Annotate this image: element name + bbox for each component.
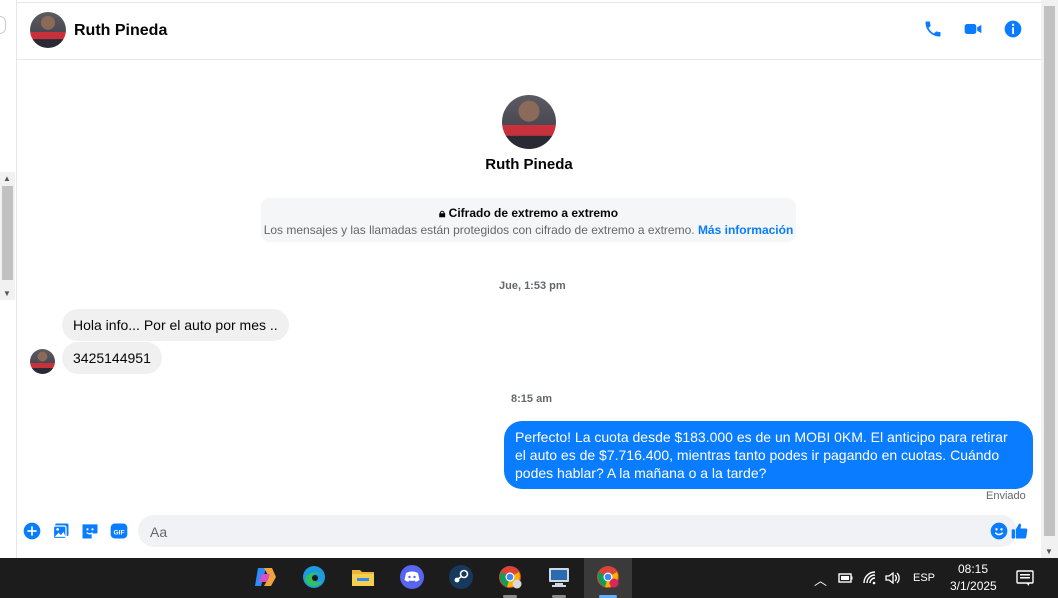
- plus-circle-icon[interactable]: [22, 521, 42, 541]
- message-input[interactable]: Aa: [138, 515, 1017, 547]
- notifications-icon[interactable]: [1016, 570, 1034, 586]
- message-input-placeholder: Aa: [150, 524, 168, 540]
- incoming-message[interactable]: Hola info... Por el auto por mes ..: [62, 309, 289, 341]
- outgoing-message[interactable]: Perfecto! La cuota desde $183.000 es de …: [504, 421, 1033, 489]
- battery-plugged-icon[interactable]: [837, 571, 853, 585]
- right-scrollbar-thumb[interactable]: [1044, 6, 1055, 536]
- collapse-handle[interactable]: [0, 16, 6, 34]
- encryption-notice: 🔒︎ Cifrado de extremo a extremo Los mens…: [261, 198, 796, 242]
- volume-icon[interactable]: [884, 570, 900, 586]
- gif-icon[interactable]: GIF: [109, 521, 129, 541]
- avatar[interactable]: [30, 349, 55, 374]
- chrome-icon[interactable]: [595, 564, 621, 590]
- right-scrollbar[interactable]: ▼: [1041, 0, 1058, 558]
- clock-date[interactable]: 3/1/2025: [950, 579, 997, 593]
- sticker-icon[interactable]: [80, 521, 100, 541]
- scroll-down-arrow-icon[interactable]: ▼: [1045, 547, 1053, 556]
- more-info-link[interactable]: Más información: [698, 223, 793, 237]
- encryption-title: 🔒︎ Cifrado de extremo a extremo: [438, 206, 619, 220]
- file-explorer-icon[interactable]: [350, 564, 376, 590]
- emoji-icon[interactable]: [989, 521, 1009, 541]
- svg-text:GIF: GIF: [113, 529, 124, 536]
- avatar[interactable]: [30, 12, 66, 48]
- info-icon[interactable]: [1003, 19, 1023, 39]
- scroll-down-arrow-icon[interactable]: ▼: [3, 289, 11, 298]
- windows-taskbar: ︿ ESP 08:15 3/1/2025: [0, 558, 1058, 598]
- sent-status: Enviado: [986, 490, 1026, 502]
- message-composer: GIF Aa: [17, 513, 1041, 551]
- contact-name[interactable]: Ruth Pineda: [74, 22, 167, 40]
- phone-call-icon[interactable]: [923, 19, 943, 39]
- lock-icon: 🔒︎: [438, 206, 446, 220]
- input-language[interactable]: ESP: [913, 572, 935, 584]
- gallery-icon[interactable]: [51, 521, 71, 541]
- incoming-message[interactable]: 3425144951: [62, 342, 162, 374]
- edge-browser-icon[interactable]: [301, 564, 327, 590]
- left-panel-edge: ▲ ▼: [0, 0, 17, 558]
- steam-icon[interactable]: [448, 564, 474, 590]
- scroll-up-arrow-icon[interactable]: ▲: [3, 174, 11, 183]
- chat-header: Ruth Pineda: [17, 2, 1041, 60]
- wifi-icon[interactable]: [862, 570, 878, 586]
- chevron-up-icon[interactable]: ︿: [814, 570, 827, 589]
- header-actions: [923, 19, 1023, 39]
- chrome-profile-icon[interactable]: [497, 564, 523, 590]
- thumbs-up-icon[interactable]: [1010, 521, 1030, 541]
- video-call-icon[interactable]: [963, 19, 983, 39]
- message-timestamp: Jue, 1:53 pm: [499, 280, 566, 292]
- remote-desktop-icon[interactable]: [546, 564, 572, 590]
- left-scrollbar-thumb[interactable]: [2, 186, 13, 280]
- left-scrollbar[interactable]: ▲ ▼: [0, 172, 15, 300]
- copilot-icon[interactable]: [252, 564, 278, 590]
- profile-avatar[interactable]: [502, 95, 556, 149]
- profile-name: Ruth Pineda: [485, 156, 573, 173]
- clock-time[interactable]: 08:15: [958, 562, 988, 576]
- encryption-text: Los mensajes y las llamadas están proteg…: [263, 223, 794, 237]
- discord-icon[interactable]: [399, 564, 425, 590]
- message-timestamp: 8:15 am: [511, 393, 552, 405]
